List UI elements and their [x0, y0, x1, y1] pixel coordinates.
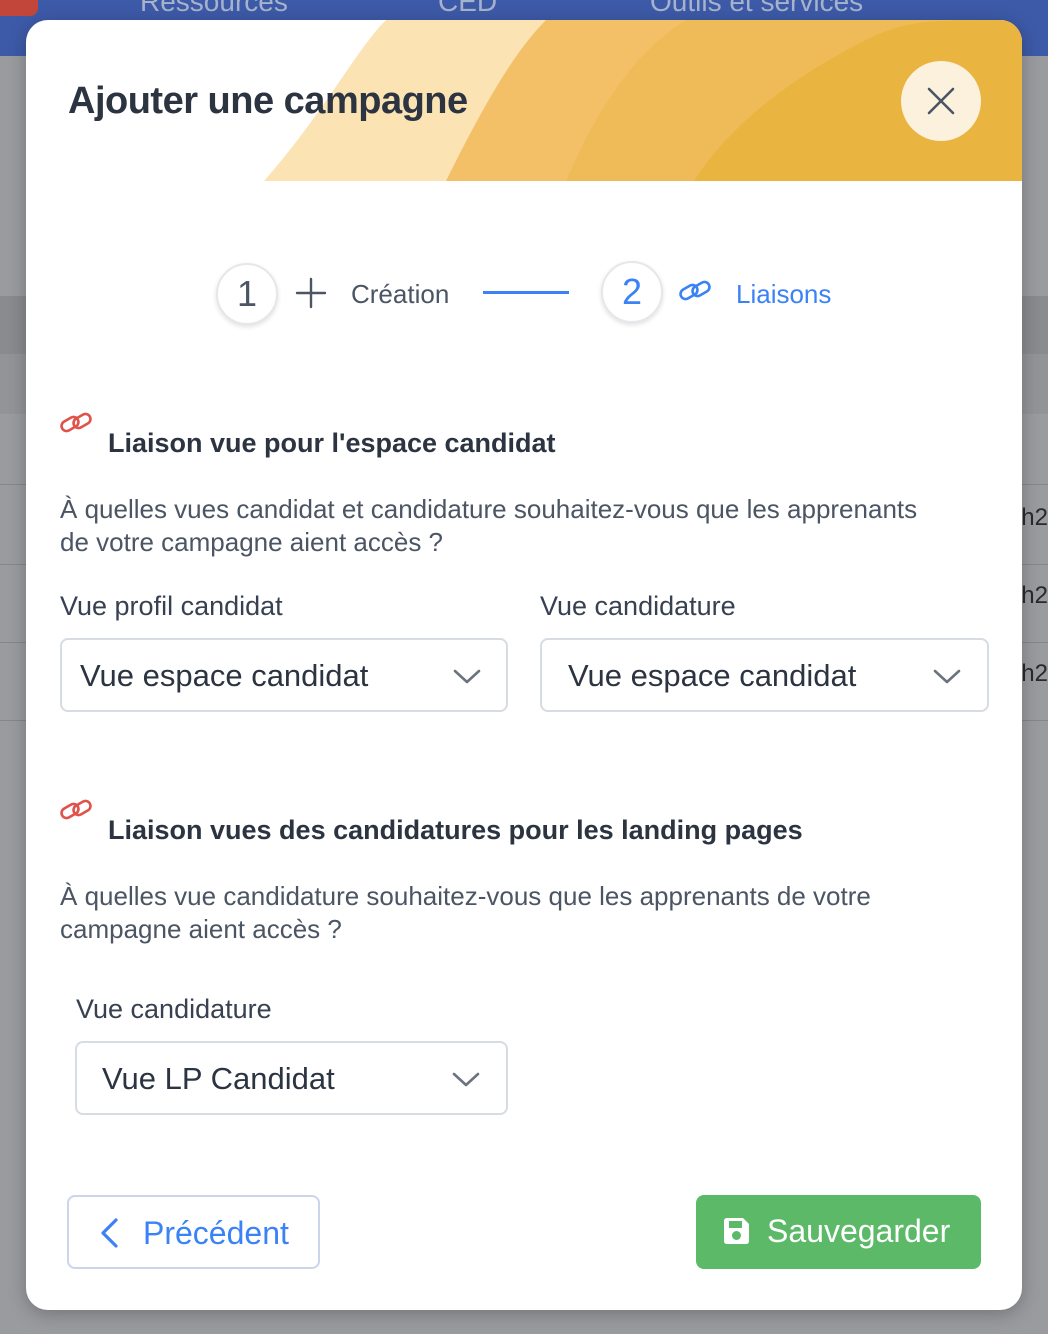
section-title-candidate-space: Liaison vue pour l'espace candidat — [108, 428, 556, 458]
plus-icon — [295, 277, 327, 309]
step-2-circle[interactable]: 2 — [601, 261, 663, 323]
save-icon — [724, 1218, 749, 1244]
save-button[interactable]: Sauvegarder — [696, 1195, 981, 1269]
background-table-cell: h2 — [1021, 582, 1048, 609]
step-number: 2 — [621, 271, 643, 312]
add-campaign-modal: Ajouter une campagne 1 Création 2 Liaiso… — [26, 20, 1022, 1310]
background-nav-item: CED — [438, 0, 498, 17]
link-icon — [60, 799, 92, 820]
link-icon — [60, 412, 92, 433]
background-nav-item: Outils et services — [650, 0, 864, 17]
section-title-landing-pages: Liaison vues des candidatures pour les l… — [108, 815, 803, 845]
application-view-select[interactable]: Vue espace candidat — [540, 638, 989, 712]
close-button[interactable] — [901, 61, 981, 141]
chevron-down-icon — [453, 669, 481, 684]
close-icon — [927, 87, 955, 115]
chevron-down-icon — [933, 669, 961, 684]
field-label-profile-view: Vue profil candidat — [60, 591, 283, 621]
chevron-left-icon — [101, 1218, 118, 1248]
background-nav-item: Ressources — [140, 0, 288, 17]
field-label-application-view: Vue candidature — [540, 591, 736, 621]
previous-button[interactable]: Précédent — [67, 1195, 320, 1269]
previous-button-label: Précédent — [143, 1215, 289, 1251]
save-button-label: Sauvegarder — [767, 1213, 951, 1249]
section-description: À quelles vue candidature souhaitez-vous… — [60, 881, 871, 944]
select-value: Vue LP Candidat — [102, 1061, 335, 1096]
step-1-label[interactable]: Création — [351, 279, 449, 310]
background-table-cell: h2 — [1021, 504, 1048, 531]
step-2-label[interactable]: Liaisons — [736, 279, 831, 310]
background-table-cell: h2 — [1021, 660, 1048, 687]
chevron-down-icon — [452, 1072, 480, 1087]
lp-application-view-select[interactable]: Vue LP Candidat — [75, 1041, 508, 1115]
link-icon — [679, 280, 711, 301]
step-connector — [483, 291, 569, 294]
modal-title: Ajouter une campagne — [68, 80, 468, 122]
step-number: 1 — [236, 273, 258, 314]
section-description: À quelles vues candidat et candidature s… — [60, 494, 918, 557]
select-value: Vue espace candidat — [80, 658, 369, 693]
step-1-circle[interactable]: 1 — [216, 263, 278, 325]
field-label-lp-application-view: Vue candidature — [76, 994, 272, 1024]
select-value: Vue espace candidat — [568, 658, 857, 693]
background-badge — [0, 0, 38, 16]
profile-view-select[interactable]: Vue espace candidat — [60, 638, 508, 712]
